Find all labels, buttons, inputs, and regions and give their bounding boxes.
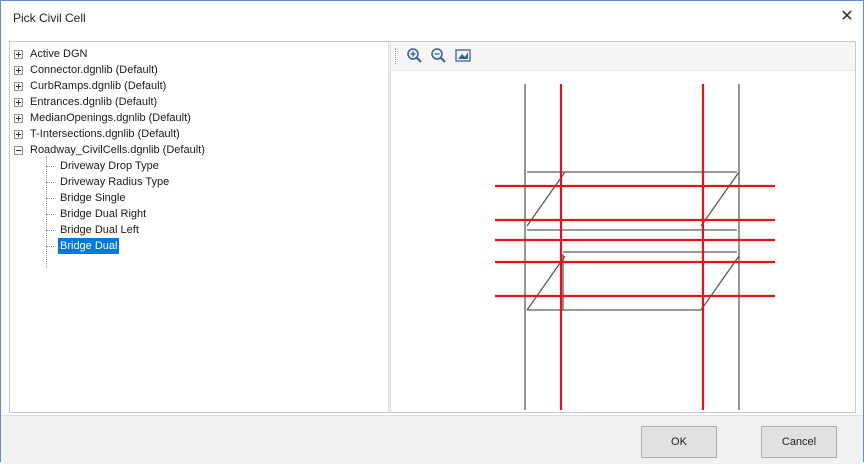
tree-node-label-selected: Bridge Dual bbox=[58, 238, 120, 254]
preview-toolbar bbox=[391, 42, 855, 71]
tree-connector-line bbox=[46, 182, 56, 183]
toolbar-grip[interactable] bbox=[395, 48, 398, 64]
tree-node-label: Driveway Drop Type bbox=[60, 160, 159, 172]
cell-library-tree[interactable]: Active DGN Connector.dgnlib (Default) Cu… bbox=[10, 42, 388, 412]
bridge-alignment-red bbox=[495, 84, 775, 410]
dialog-title: Pick Civil Cell bbox=[13, 11, 86, 25]
tree-connector-line bbox=[46, 156, 47, 268]
tree-connector-line bbox=[46, 246, 56, 247]
dialog-content: Active DGN Connector.dgnlib (Default) Cu… bbox=[9, 41, 856, 413]
ok-button[interactable]: OK bbox=[641, 426, 717, 458]
close-icon[interactable]: ✕ bbox=[833, 5, 861, 29]
pick-civil-cell-dialog: Pick Civil Cell ✕ Active DGN Connector.d… bbox=[0, 0, 864, 464]
bridge-outline-gray bbox=[524, 84, 740, 410]
expand-plus-icon[interactable] bbox=[14, 98, 23, 107]
tree-connector-line bbox=[46, 230, 56, 231]
tree-node-label: Entrances.dgnlib (Default) bbox=[30, 96, 158, 108]
tree-node-label: Bridge Dual Left bbox=[60, 224, 139, 236]
tree-node-label: Bridge Dual Right bbox=[60, 208, 147, 220]
tree-node-label: Connector.dgnlib (Default) bbox=[30, 64, 158, 76]
cancel-button[interactable]: Cancel bbox=[761, 426, 837, 458]
tree-node-label: Roadway_CivilCells.dgnlib (Default) bbox=[30, 144, 205, 156]
collapse-minus-icon[interactable] bbox=[14, 146, 23, 155]
zoom-out-icon[interactable] bbox=[429, 46, 449, 66]
tree-node-label: Bridge Single bbox=[60, 192, 126, 204]
tree-node-label: T-Intersections.dgnlib (Default) bbox=[30, 128, 180, 140]
expand-plus-icon[interactable] bbox=[14, 114, 23, 123]
tree-node-label: Driveway Radius Type bbox=[60, 176, 170, 188]
tree-node-label: Active DGN bbox=[30, 48, 88, 60]
zoom-in-icon[interactable] bbox=[405, 46, 425, 66]
tree-node-label: MedianOpenings.dgnlib (Default) bbox=[30, 112, 191, 124]
expand-plus-icon[interactable] bbox=[14, 66, 23, 75]
tree-connector-line bbox=[46, 214, 56, 215]
tree-node-label: CurbRamps.dgnlib (Default) bbox=[30, 80, 167, 92]
title-bar: Pick Civil Cell ✕ bbox=[1, 1, 863, 35]
expand-plus-icon[interactable] bbox=[14, 82, 23, 91]
cell-preview-pane bbox=[391, 42, 855, 412]
fit-view-icon[interactable] bbox=[453, 46, 473, 66]
dialog-footer: OK Cancel bbox=[1, 415, 863, 464]
expand-plus-icon[interactable] bbox=[14, 130, 23, 139]
tree-connector-line bbox=[46, 198, 56, 199]
preview-canvas[interactable] bbox=[391, 70, 855, 412]
tree-connector-line bbox=[46, 166, 56, 167]
expand-plus-icon[interactable] bbox=[14, 50, 23, 59]
